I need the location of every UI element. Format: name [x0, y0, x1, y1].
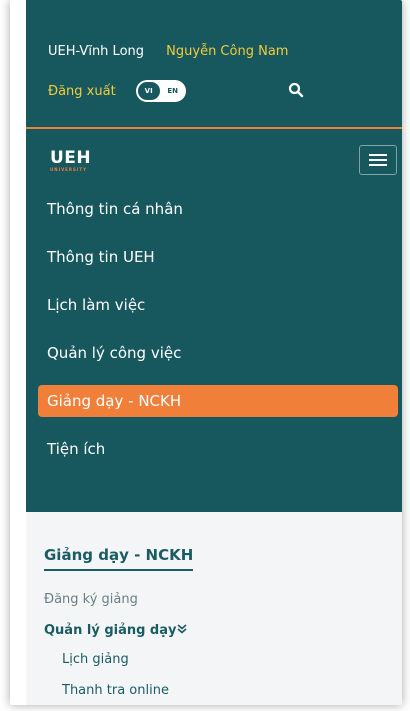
campus-label: UEH-Vĩnh Long	[48, 44, 145, 59]
ueh-logo[interactable]: UEH UNIVERSITY	[50, 148, 92, 173]
hamburger-menu-button[interactable]	[359, 145, 397, 175]
logo-subtext: UNIVERSITY	[50, 167, 87, 172]
logout-link[interactable]: Đăng xuất	[48, 84, 116, 99]
nav-item-ueh-info[interactable]: Thông tin UEH	[26, 233, 402, 281]
top-bar: UEH-Vĩnh Long Nguyễn Công Nam Đăng xuất …	[26, 0, 402, 128]
app-frame: UEH-Vĩnh Long Nguyễn Công Nam Đăng xuất …	[10, 0, 402, 705]
user-name-link[interactable]: Nguyễn Công Nam	[166, 44, 288, 59]
chevron-double-down-icon[interactable]	[176, 623, 188, 635]
lang-vi-option[interactable]: VI	[137, 82, 160, 100]
submenu-item-lecture-schedule[interactable]: Lịch giảng	[62, 652, 129, 667]
submenu-title: Giảng dạy - NCKH	[44, 546, 194, 571]
nav-item-work-schedule[interactable]: Lịch làm việc	[26, 281, 402, 329]
main-menu: UEH UNIVERSITY Thông tin cá nhân Thông t…	[26, 129, 402, 512]
submenu-item-teaching-management[interactable]: Quản lý giảng dạy	[44, 623, 177, 638]
nav-item-utilities[interactable]: Tiện ích	[26, 425, 402, 473]
search-icon[interactable]	[288, 82, 304, 98]
nav-item-personal-info[interactable]: Thông tin cá nhân	[26, 185, 402, 233]
submenu-item-register-teaching[interactable]: Đăng ký giảng	[44, 592, 138, 607]
nav-item-task-management[interactable]: Quản lý công việc	[26, 329, 402, 377]
user-info-row: UEH-Vĩnh Long Nguyễn Công Nam	[48, 44, 288, 59]
nav-item-teaching-research[interactable]: Giảng dạy - NCKH	[38, 385, 398, 417]
language-toggle[interactable]: VI EN	[135, 80, 186, 102]
nav-list: Thông tin cá nhân Thông tin UEH Lịch làm…	[26, 185, 402, 473]
lang-en-option[interactable]: EN	[163, 82, 183, 100]
action-row: Đăng xuất VI EN	[48, 78, 388, 104]
logo-text: UEH	[50, 148, 92, 168]
submenu-item-online-inspection[interactable]: Thanh tra online	[62, 683, 169, 698]
submenu-panel: Giảng dạy - NCKH Đăng ký giảng Quản lý g…	[26, 512, 402, 705]
